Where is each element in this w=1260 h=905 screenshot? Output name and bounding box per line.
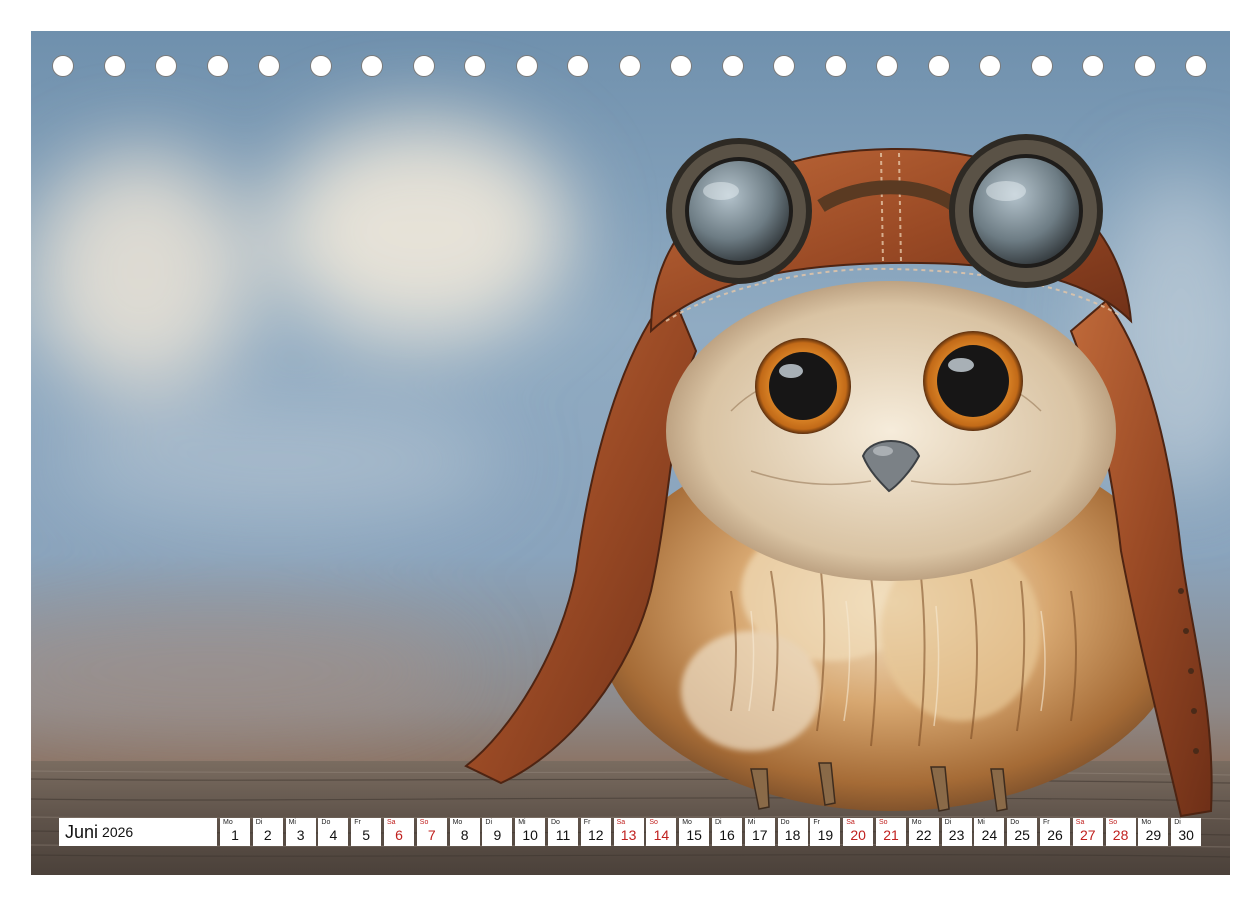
ring-hole-icon [104,55,126,77]
day-cell: Fr 12 [580,818,611,846]
ring-hole-icon [567,55,589,77]
day-number: 26 [1047,827,1063,843]
ring-hole-icon [1185,55,1207,77]
day-number: 3 [296,827,305,843]
day-cell: Do 18 [777,818,808,846]
year-label: 2026 [102,824,134,840]
day-number: 1 [231,827,239,843]
ring-hole-icon [1082,55,1104,77]
day-cell: Di 23 [941,818,972,846]
day-cell: Mi 17 [744,818,775,846]
day-cell: Do 25 [1007,818,1038,846]
day-number: 21 [883,827,899,843]
calendar-page: Juni 2026 Mo 1 Di 2 Mi 3 Do 4 Fr 5 Sa 6 So 7 Mo 8 Di 9 Mi 1… [31,31,1230,875]
ring-hole-icon [52,55,74,77]
ring-hole-icon [413,55,435,77]
day-cell: Di 9 [482,818,513,846]
day-cell: Do 4 [318,818,349,846]
day-cell: Di 30 [1171,818,1202,846]
month-name: Juni [65,821,99,842]
day-number: 27 [1080,827,1096,843]
ring-hole-icon [825,55,847,77]
ring-hole-icon [1031,55,1053,77]
day-cell: Sa 20 [843,818,874,846]
day-number: 2 [263,827,272,843]
day-cell: Mo 1 [220,818,250,846]
day-number: 12 [588,827,604,843]
ring-hole-icon [773,55,795,77]
day-number: 6 [395,827,403,843]
ring-hole-icon [155,55,177,77]
day-number: 8 [460,827,469,843]
day-number: 4 [329,827,338,843]
day-number: 23 [948,827,965,843]
day-cell: Fr 5 [351,818,382,846]
ring-hole-icon [310,55,332,77]
day-cell: Sa 13 [613,818,644,846]
ring-hole-icon [979,55,1001,77]
ring-hole-icon [619,55,641,77]
day-number: 29 [1145,827,1162,843]
day-cell: So 28 [1105,818,1136,846]
day-cell: Mi 24 [974,818,1005,846]
day-number: 30 [1178,827,1194,843]
day-cell: Mo 29 [1138,818,1169,846]
ring-hole-icon [722,55,744,77]
day-cell: Mo 15 [679,818,710,846]
day-cell: Do 11 [548,818,578,846]
day-number: 18 [784,827,801,843]
ring-hole-icon [258,55,280,77]
ring-hole-icon [516,55,538,77]
day-number: 7 [427,827,436,843]
day-number: 5 [362,827,371,843]
day-number: 17 [752,827,768,843]
owl-pilot-photo [31,31,1230,875]
ring-hole-icon [928,55,950,77]
day-cell: Di 2 [252,818,283,846]
day-cell: So 21 [876,818,906,846]
day-cell: Mi 3 [285,818,316,846]
ring-hole-icon [207,55,229,77]
day-number: 15 [686,827,702,843]
day-number: 24 [981,827,998,843]
day-cell: So 7 [416,818,447,846]
day-cell: So 14 [646,818,677,846]
day-cell: Mo 22 [908,818,939,846]
ring-hole-icon [464,55,486,77]
day-number: 28 [1112,827,1129,843]
ring-hole-icon [876,55,898,77]
month-label: Juni 2026 [59,818,217,846]
day-cell: Mo 8 [449,818,480,846]
day-number: 25 [1014,827,1030,843]
day-number: 9 [493,827,502,843]
day-number: 20 [850,827,866,843]
ring-hole-icon [361,55,383,77]
day-number: 22 [916,827,932,843]
day-number: 14 [653,827,670,843]
day-number: 19 [817,827,834,843]
day-number: 10 [522,827,538,843]
day-cell: Fr 19 [810,818,841,846]
day-number: 13 [620,827,637,843]
day-cell: Di 16 [712,818,742,846]
day-number: 11 [555,827,571,843]
day-cell: Sa 27 [1072,818,1103,846]
day-number: 16 [719,827,735,843]
ring-hole-icon [1134,55,1156,77]
day-cell: Mi 10 [515,818,546,846]
ring-hole-icon [670,55,692,77]
day-cell: Sa 6 [384,818,414,846]
day-cell: Fr 26 [1040,818,1070,846]
